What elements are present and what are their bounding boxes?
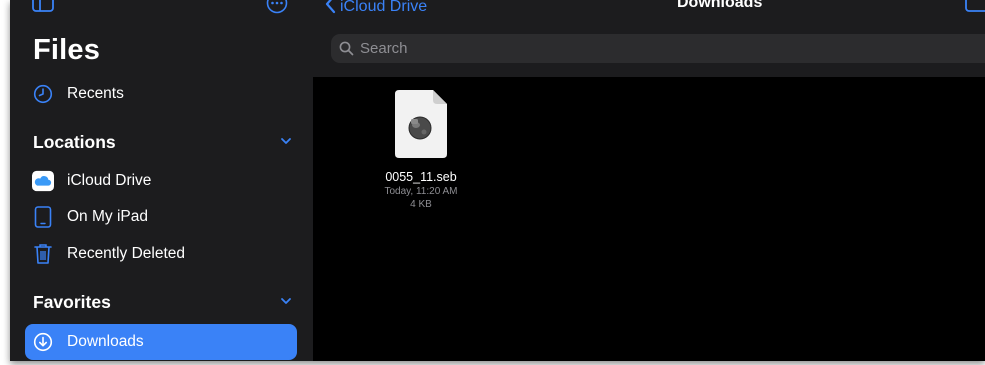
sidebar-title: Files	[33, 34, 101, 66]
page-title: Downloads	[677, 0, 763, 11]
sidebar-toggle-icon[interactable]	[32, 0, 54, 17]
file-date: Today, 11:20 AM	[384, 186, 458, 197]
chevron-down-icon[interactable]	[279, 293, 293, 311]
sidebar-item-label: Recents	[67, 85, 124, 102]
search-placeholder: Search	[360, 40, 408, 57]
file-size: 4 KB	[410, 199, 432, 210]
sidebar-item-on-my-ipad[interactable]: On My iPad	[25, 199, 297, 235]
files-app-window: Files Recents Locations iCloud Drive On …	[10, 0, 985, 361]
ipad-icon	[32, 206, 54, 228]
sidebar-item-label: iCloud Drive	[67, 172, 152, 189]
section-title: Favorites	[33, 291, 111, 312]
sidebar-item-label: On My iPad	[67, 208, 148, 225]
search-icon	[339, 41, 354, 56]
navigation-bar: iCloud Drive Downloads Search	[313, 0, 985, 77]
locations-section-header[interactable]: Locations	[33, 130, 293, 154]
sidebar-item-label: Recently Deleted	[67, 245, 186, 262]
section-title: Locations	[33, 131, 116, 152]
search-field[interactable]: Search	[331, 34, 985, 63]
clock-icon	[32, 83, 54, 105]
file-item[interactable]: 0055_11.seb Today, 11:20 AM 4 KB	[361, 88, 481, 210]
sidebar-item-icloud-drive[interactable]: iCloud Drive	[25, 163, 297, 199]
back-button-label: iCloud Drive	[340, 0, 428, 15]
favorites-section-header[interactable]: Favorites	[33, 290, 293, 314]
sidebar-item-recents[interactable]: Recents	[25, 76, 297, 112]
sidebar-item-label: Downloads	[67, 333, 144, 350]
sidebar-item-recently-deleted[interactable]: Recently Deleted	[25, 236, 297, 272]
icloud-icon	[32, 170, 54, 192]
main-content: iCloud Drive Downloads Search 0055_11.se…	[313, 0, 985, 361]
sidebar: Files Recents Locations iCloud Drive On …	[10, 0, 313, 361]
chevron-down-icon[interactable]	[279, 133, 293, 151]
sidebar-item-downloads[interactable]: Downloads	[25, 324, 297, 360]
seb-document-icon	[391, 88, 451, 165]
more-options-icon[interactable]	[266, 0, 288, 19]
chevron-left-icon	[325, 0, 336, 19]
back-button[interactable]: iCloud Drive	[325, 0, 427, 19]
select-view-icon[interactable]	[965, 0, 985, 17]
download-icon	[32, 331, 54, 353]
file-name: 0055_11.seb	[385, 170, 457, 184]
trash-icon	[32, 243, 54, 265]
